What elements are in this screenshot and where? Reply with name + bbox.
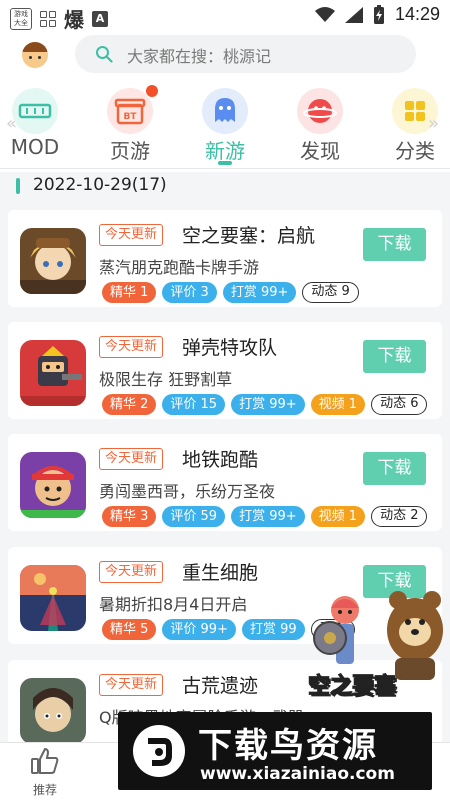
- search-icon: [96, 46, 113, 63]
- jinghua-badge[interactable]: 精华 1: [102, 282, 157, 303]
- shipin-badge[interactable]: 视频 1: [310, 394, 366, 415]
- pingjia-badge[interactable]: 评价 3: [162, 282, 217, 303]
- active-tab-indicator: [218, 161, 232, 165]
- badge-row: 精华 2 评价 15 打赏 99+ 视频 1 动态 6: [102, 394, 428, 415]
- game-title: 重生细胞: [182, 562, 259, 584]
- scroll-right-icon[interactable]: »: [428, 113, 439, 134]
- updated-today-tag: 今天更新: [99, 674, 164, 696]
- shipin-badge[interactable]: 视频 1: [310, 506, 366, 527]
- wifi-icon: [314, 6, 335, 22]
- watermark-url: www.xiazainiao.com: [200, 764, 395, 784]
- game-description: 勇闯墨西哥，乐纷万圣夜: [99, 482, 276, 501]
- pingjia-badge[interactable]: 评价 99+: [162, 619, 236, 640]
- jinghua-badge[interactable]: 精华 3: [102, 506, 157, 527]
- game-card[interactable]: 今天更新 空之要塞：启航 蒸汽朋克跑酷卡牌手游 下载 精华 1 评价 3 打赏 …: [8, 210, 442, 307]
- search-header: 大家都在搜：桃源记: [0, 30, 450, 80]
- tab-label: 发现: [300, 139, 340, 163]
- date-header: 2022-10-29(17): [0, 172, 450, 202]
- tab-mod[interactable]: MOD: [0, 85, 75, 167]
- updated-today-tag: 今天更新: [99, 561, 164, 583]
- planet-face-icon: [297, 88, 343, 134]
- dashang-badge[interactable]: 打赏 99+: [231, 506, 305, 527]
- svg-text:BT: BT: [124, 112, 138, 122]
- promo-game-logo: 空之要塞: [307, 674, 397, 700]
- search-input[interactable]: 大家都在搜：桃源记: [75, 35, 416, 73]
- game-card[interactable]: 今天更新 地铁跑酷 勇闯墨西哥，乐纷万圣夜 下载 精华 3 评价 59 打赏 9…: [8, 434, 442, 531]
- game-icon-guhuangyiji: [20, 678, 86, 744]
- badge-row: 精华 3 评价 59 打赏 99+ 视频 1 动态 2: [102, 506, 428, 527]
- pingjia-badge[interactable]: 评价 59: [162, 506, 226, 527]
- watermark-title: 下载鸟资源: [198, 726, 378, 766]
- date-text: 2022-10-29(17): [33, 175, 167, 195]
- dashang-badge[interactable]: 打赏 99+: [222, 282, 297, 303]
- dongtai-badge[interactable]: 动态 6: [371, 394, 428, 415]
- tab-label: MOD: [10, 135, 60, 159]
- game-description: 极限生存 狂野割草: [99, 370, 233, 389]
- tab-faxian[interactable]: 发现: [280, 85, 360, 167]
- bird-logo-icon: [133, 725, 185, 777]
- bt-gift-icon: BT: [107, 88, 153, 134]
- tab-label: 分类: [395, 139, 435, 163]
- ghost-icon: [202, 88, 248, 134]
- notification-dot: [146, 85, 158, 97]
- game-description: 蒸汽朋克跑酷卡牌手游: [99, 258, 260, 277]
- tab-label: 页游: [110, 139, 150, 163]
- download-button[interactable]: 下载: [363, 452, 426, 485]
- dashang-badge[interactable]: 打赏 99: [241, 619, 305, 640]
- dongtai-badge[interactable]: 动态 9: [302, 282, 359, 303]
- battery-charging-icon: [373, 4, 384, 24]
- updated-today-tag: 今天更新: [99, 224, 164, 246]
- tab-yeyou[interactable]: BT 页游: [90, 85, 170, 167]
- category-tabs: « MOD BT 页游 新游 发现 分类 »: [0, 85, 450, 167]
- game-title: 古荒遗迹: [182, 675, 259, 697]
- download-button[interactable]: 下载: [363, 340, 426, 373]
- mod-icon: [12, 88, 58, 134]
- game-description: 暑期折扣8月4日开启: [99, 595, 248, 614]
- grid-app-icon: [40, 10, 56, 27]
- badge-row: 精华 1 评价 3 打赏 99+ 动态 9: [102, 282, 359, 303]
- game-title: 地铁跑酷: [182, 449, 259, 471]
- signal-icon: [344, 6, 363, 23]
- avatar[interactable]: [22, 42, 48, 68]
- pingjia-badge[interactable]: 评价 15: [162, 394, 226, 415]
- nav-recommend[interactable]: 推荐: [20, 747, 70, 798]
- game-card[interactable]: 今天更新 弹壳特攻队 极限生存 狂野割草 下载 精华 2 评价 15 打赏 99…: [8, 322, 442, 419]
- nav-label: 推荐: [32, 783, 57, 797]
- game-box-app-icon: 游戏大全: [10, 7, 32, 30]
- game-title: 弹壳特攻队: [182, 337, 278, 359]
- download-button[interactable]: 下载: [363, 228, 426, 261]
- tab-label: 新游: [205, 139, 245, 163]
- dongtai-badge[interactable]: 动态 2: [371, 506, 428, 527]
- thumbs-up-icon: [31, 747, 59, 774]
- updated-today-tag: 今天更新: [99, 448, 164, 470]
- divider: [0, 168, 450, 169]
- jinghua-badge[interactable]: 精华 2: [102, 394, 157, 415]
- status-bar: 游戏大全 爆 A 14:29: [0, 0, 450, 32]
- bao-app-icon: 爆: [64, 8, 84, 32]
- jinghua-badge[interactable]: 精华 5: [102, 619, 157, 640]
- dashang-badge[interactable]: 打赏 99+: [231, 394, 305, 415]
- tab-xinyou[interactable]: 新游: [185, 85, 265, 167]
- game-icon-dankeTegongdui: [20, 340, 86, 406]
- game-icon-kongzhiyaosai: [20, 228, 86, 294]
- clock: 14:29: [394, 4, 440, 24]
- updated-today-tag: 今天更新: [99, 336, 164, 358]
- search-placeholder: 大家都在搜：桃源记: [127, 47, 272, 66]
- game-icon-ditiepaoku: [20, 452, 86, 518]
- game-title: 空之要塞：启航: [182, 225, 316, 247]
- date-accent-bar: [16, 178, 20, 194]
- watermark-banner: 下载鸟资源 www.xiazainiao.com: [118, 712, 432, 790]
- a-app-icon: A: [92, 10, 108, 27]
- game-icon-chongshengxibao: [20, 565, 86, 631]
